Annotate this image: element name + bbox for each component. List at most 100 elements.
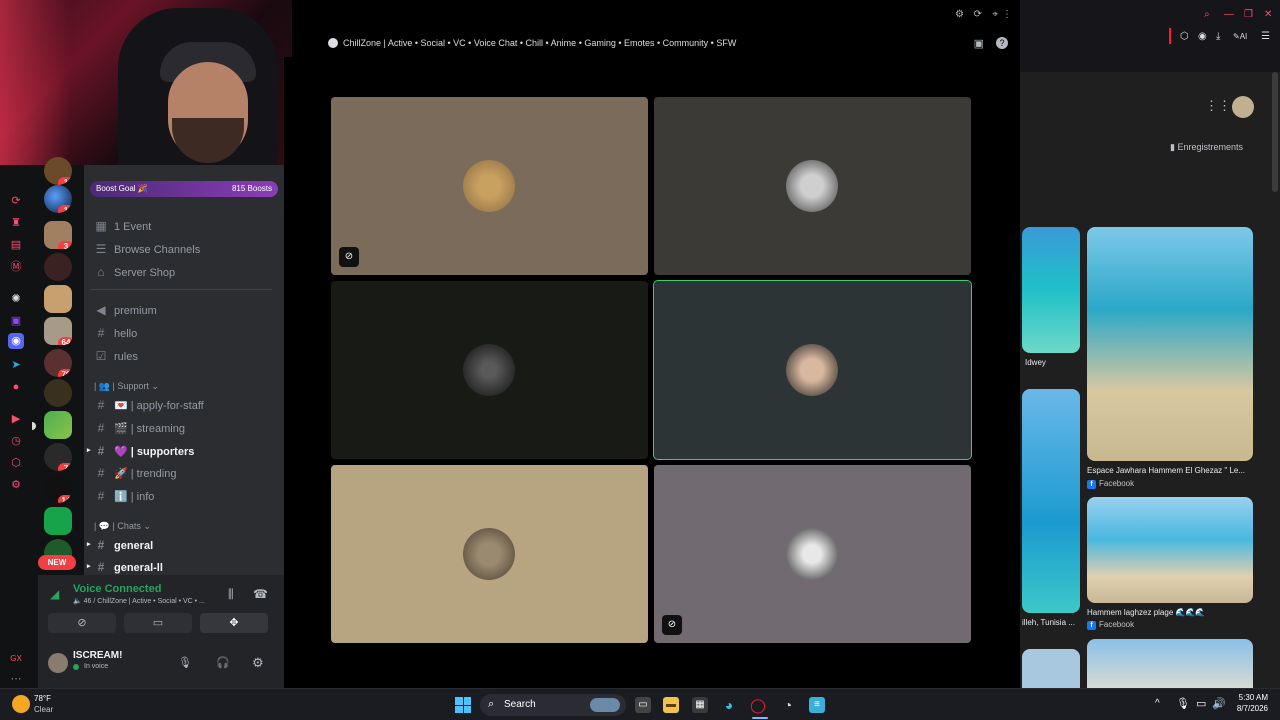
menu-icon[interactable]: ☰ — [1261, 31, 1270, 42]
clock-icon[interactable]: ◷ — [8, 433, 24, 449]
disconnect-icon[interactable]: ☎ — [253, 587, 268, 601]
profile-icon[interactable]: ◉ — [1198, 31, 1207, 42]
participant-tile[interactable] — [654, 97, 971, 275]
result-source[interactable]: Facebook — [1087, 620, 1134, 630]
channel-general-ll[interactable]: ▸ # general-ll — [87, 557, 278, 575]
result-image[interactable] — [1087, 639, 1253, 688]
avatar[interactable] — [48, 653, 68, 673]
search-icon[interactable]: ⌕ — [1204, 9, 1210, 20]
edge-icon[interactable]: ◕ — [721, 697, 737, 713]
weather-icon[interactable] — [12, 695, 30, 713]
server-icon[interactable]: 70 — [44, 349, 72, 377]
ai-icon[interactable]: ✎AI — [1233, 32, 1247, 41]
server-icon[interactable] — [44, 507, 72, 535]
volume-icon[interactable]: 🔊 — [1212, 697, 1226, 710]
settings-icon[interactable]: ⚙ — [955, 9, 964, 20]
headphones-icon[interactable]: 🎧 — [216, 656, 230, 669]
microphone-icon[interactable]: 🎙 — [178, 656, 192, 669]
windows-start-icon[interactable] — [455, 697, 471, 713]
inbox-icon[interactable]: ▣ — [974, 37, 984, 50]
help-icon[interactable]: ? — [996, 37, 1008, 49]
participant-tile-speaking[interactable] — [653, 280, 972, 460]
result-caption[interactable]: Hammem laghzez plage 🌊🌊🌊 — [1087, 608, 1205, 617]
server-icon[interactable]: 1 — [44, 185, 72, 213]
channel-trending[interactable]: # 🚀 | trending — [90, 463, 278, 483]
download-icon[interactable]: ⤓ — [1216, 31, 1220, 42]
game-icon[interactable]: ▤ — [8, 237, 24, 253]
result-image[interactable] — [1087, 497, 1253, 603]
category-support[interactable]: | 👥 | Support ⌄ — [94, 379, 159, 393]
menu-icon[interactable]: ⋮ — [1002, 9, 1012, 20]
channel-hello[interactable]: # hello — [90, 323, 278, 343]
saved-link[interactable]: ▮ Enregistrements — [1170, 142, 1243, 153]
result-caption[interactable]: Espace Jawhara Hammem El Ghezaz " Le... — [1087, 466, 1245, 475]
participant-tile[interactable]: ⊘ — [331, 97, 648, 275]
pin-icon[interactable]: ⌖ — [992, 9, 998, 20]
chatgpt-icon[interactable]: ✺ — [8, 291, 24, 307]
gx-icon[interactable]: GX — [8, 651, 24, 667]
server-icon[interactable]: 1 — [44, 157, 72, 185]
channel-general[interactable]: ▸ # general — [87, 535, 278, 555]
box-icon[interactable]: ⬡ — [8, 455, 24, 471]
result-image[interactable] — [1087, 227, 1253, 461]
result-image[interactable] — [1022, 389, 1080, 613]
channel-apply-for-staff[interactable]: # 💌 | apply-for-staff — [90, 395, 278, 415]
server-icon[interactable] — [44, 379, 72, 407]
store-icon[interactable]: ▦ — [692, 697, 708, 713]
microphone-icon[interactable]: 🎙 — [1176, 697, 1190, 710]
server-icon[interactable]: 3 — [44, 221, 72, 249]
apps-grid-icon[interactable]: ⋮⋮ — [1205, 98, 1231, 114]
settings-icon[interactable]: ⚙ — [8, 477, 24, 493]
server-icon[interactable] — [44, 285, 72, 313]
search-input[interactable]: ⌕ Search — [480, 694, 626, 716]
task-view-icon[interactable]: ▭ — [635, 697, 651, 713]
extensions-icon[interactable]: ⬡ — [1180, 31, 1189, 42]
telegram-icon[interactable]: ➤ — [8, 357, 24, 373]
file-explorer-icon[interactable]: ▬ — [663, 697, 679, 713]
result-image[interactable] — [1022, 649, 1080, 688]
screen-share-button[interactable]: ▭ — [124, 613, 192, 633]
player-icon[interactable]: ▶ — [8, 411, 24, 427]
result-image[interactable] — [1022, 227, 1080, 353]
channel-premium[interactable]: ◀ premium — [90, 300, 278, 320]
server-icon[interactable] — [44, 411, 72, 439]
result-caption[interactable]: illeh, Tunisia ... — [1022, 618, 1075, 627]
browse-channels-link[interactable]: ☰ Browse Channels — [90, 239, 278, 259]
opera-icon[interactable]: ● — [8, 379, 24, 395]
chevron-up-icon[interactable]: ^ — [1155, 698, 1160, 709]
server-icon[interactable]: 64 — [44, 317, 72, 345]
result-source[interactable]: Facebook — [1087, 479, 1134, 489]
refresh-icon[interactable]: ⟳ — [974, 9, 982, 20]
category-chats[interactable]: | 💬 | Chats ⌄ — [94, 519, 151, 533]
history-icon[interactable]: ⟳ — [8, 193, 24, 209]
avatar[interactable] — [1232, 96, 1254, 118]
participant-tile[interactable]: ⊘ — [654, 465, 971, 643]
network-icon[interactable]: ▭ — [1196, 697, 1206, 710]
maximize-icon[interactable]: ❐ — [1244, 9, 1253, 20]
channel-streaming[interactable]: # 🎬 | streaming — [90, 418, 278, 438]
server-icon[interactable]: 14 — [44, 475, 72, 503]
voice-channel[interactable]: 🔈 46 / ChillZone | Active • Social • VC … — [73, 597, 205, 605]
channel-supporters[interactable]: ▸ # 💜 | supporters — [87, 441, 278, 461]
boost-goal[interactable]: Boost Goal 🎉 815 Boosts — [90, 181, 278, 197]
participant-tile[interactable] — [331, 465, 648, 643]
activities-button[interactable]: ✥ — [200, 613, 268, 633]
opera-gx-icon[interactable]: ◯ — [750, 697, 766, 713]
server-shop-link[interactable]: ⌂ Server Shop — [90, 262, 278, 282]
notepad-icon[interactable]: ≡ — [809, 697, 825, 713]
gear-icon[interactable]: ⚙ — [252, 655, 264, 671]
app-icon[interactable]: ◔ — [780, 697, 796, 713]
camera-off-button[interactable]: ⊘ — [48, 613, 116, 633]
bag-icon[interactable]: ♜ — [8, 215, 24, 231]
channel-rules[interactable]: ☑ rules — [90, 346, 278, 366]
twitch-icon[interactable]: ▣ — [8, 313, 24, 329]
noise-suppression-icon[interactable]: ⫼ — [228, 587, 234, 602]
channel-info[interactable]: # ℹ️ | info — [90, 486, 278, 506]
close-icon[interactable]: ✕ — [1264, 9, 1272, 20]
mail-icon[interactable]: Ⓜ — [8, 259, 24, 275]
discord-icon[interactable]: ◉ — [8, 333, 24, 349]
server-icon[interactable] — [44, 253, 72, 281]
clock[interactable]: 5:30 AM 8/7/2026 — [1237, 693, 1268, 713]
server-icon[interactable]: 7 — [44, 443, 72, 471]
minimize-icon[interactable]: — — [1224, 9, 1234, 20]
